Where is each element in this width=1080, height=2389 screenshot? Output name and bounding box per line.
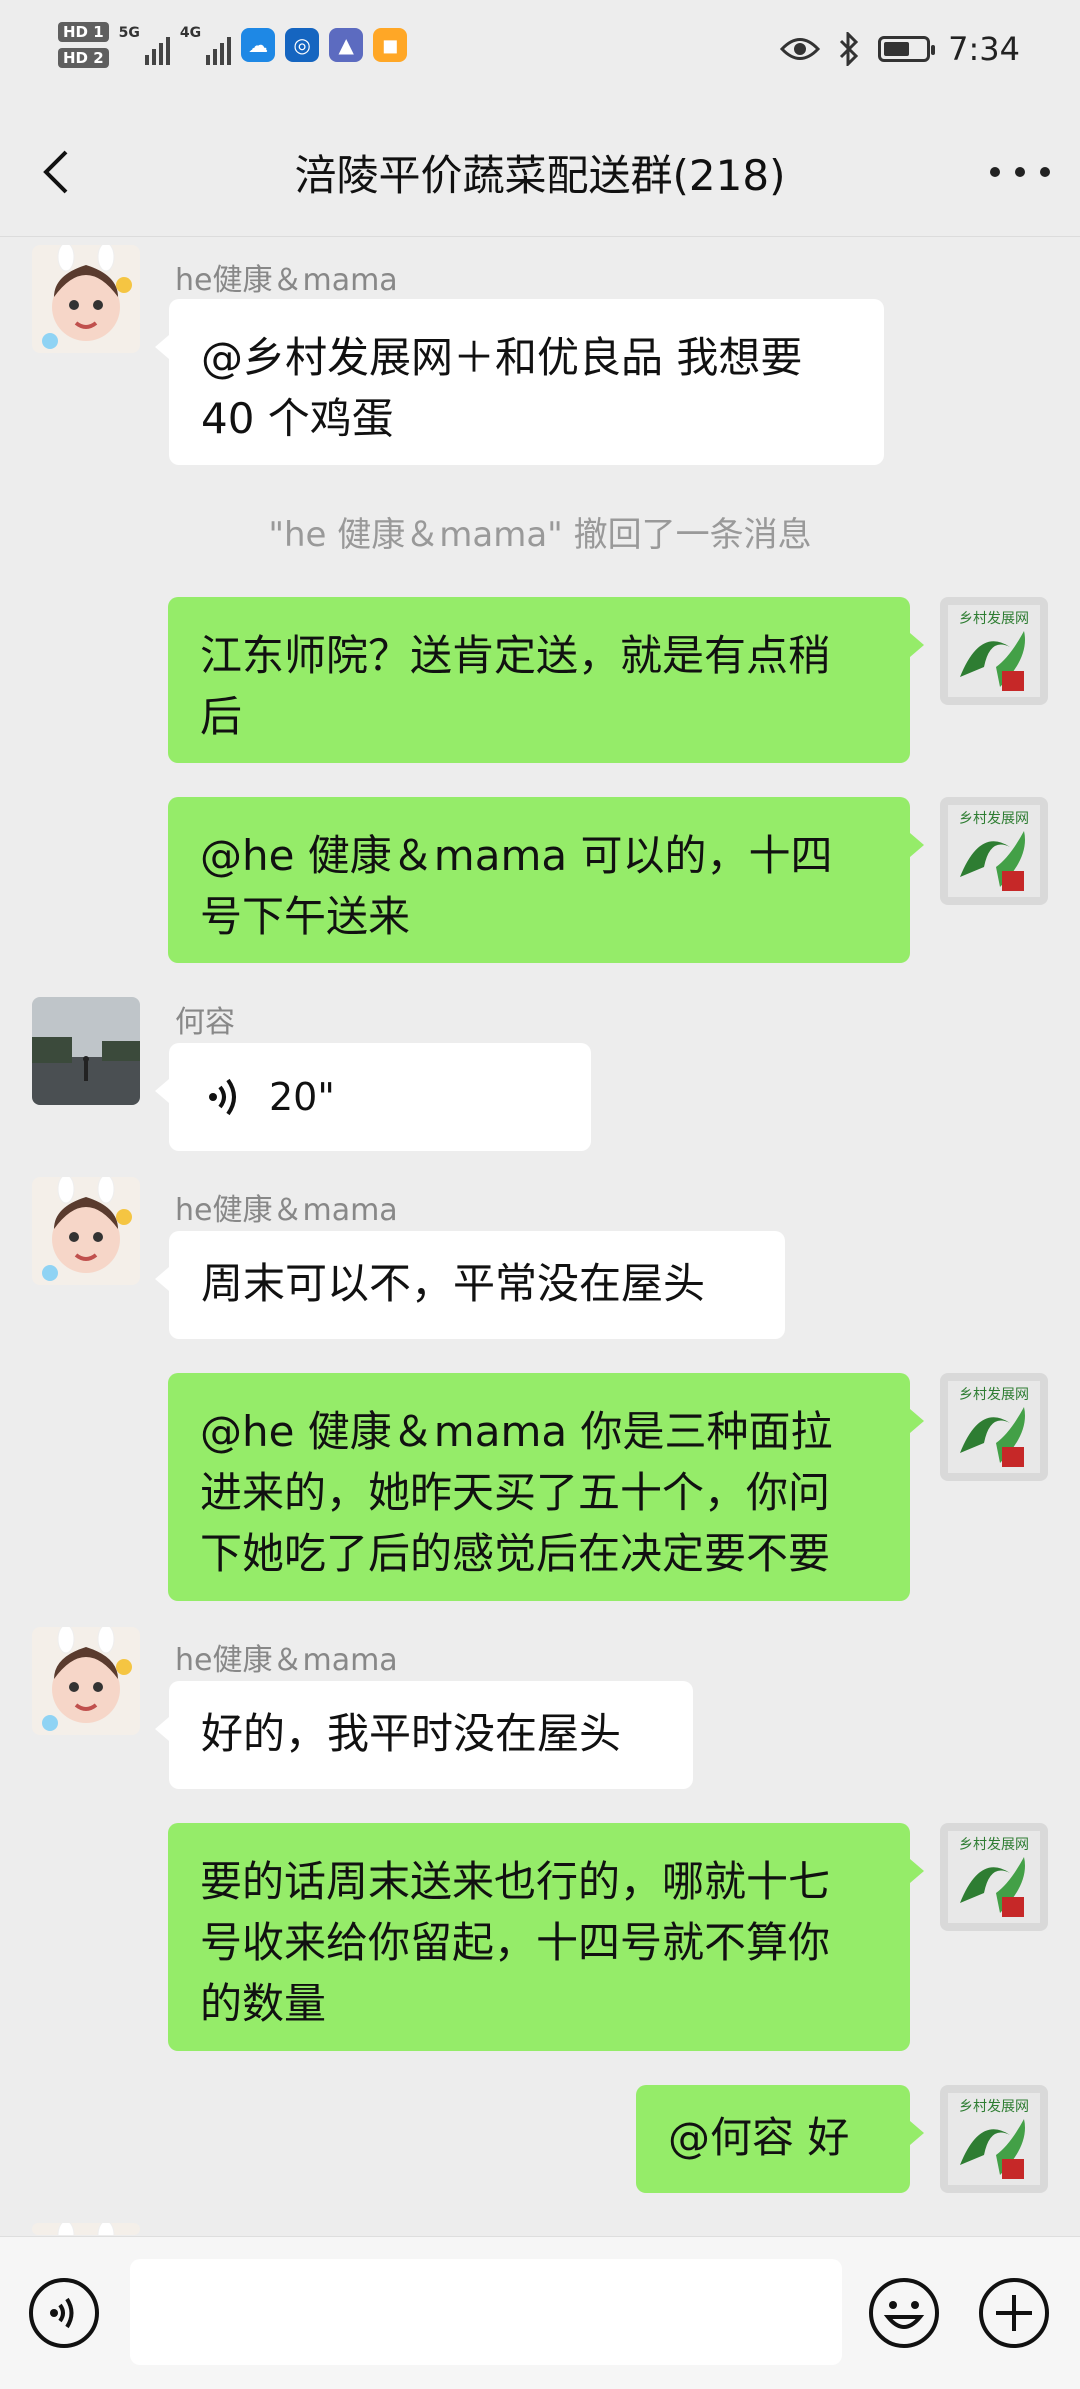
message-text-line: 进来的，她昨天买了五十个，你问 [200,1468,831,1517]
message-bubble[interactable]: @he 健康＆mama 可以的，十四 号下午送来 [168,797,924,963]
message-bubble[interactable]: @何容 好 [636,2085,924,2193]
network-4g-label: 4G [179,25,202,41]
svg-text:乡村发展网: 乡村发展网 [959,611,1029,627]
plus-more-icon[interactable] [978,2277,1050,2349]
system-notice-recalled: "he 健康＆mama" 撤回了一条消息 [268,515,812,555]
hd-indicators: HD 1 HD 2 [58,22,109,68]
avatar-he-rong[interactable] [32,997,140,1105]
avatar-he-jiankang[interactable] [32,1177,140,1285]
message-text-line: @he 健康＆mama 可以的，十四 [200,831,833,880]
message-text-line: 号下午送来 [200,892,411,941]
voice-duration: 20" [269,1074,335,1119]
emoji-icon[interactable] [868,2277,940,2349]
message-text-line: 号收来给你留起，十四号就不算你 [200,1918,831,1967]
lightbulb-app-icon: ◎ [285,28,320,62]
sender-name: he健康＆mama [175,1193,398,1228]
avatar-xiangcun-fazhan[interactable]: 乡村发展网 [940,1823,1048,1931]
battery-icon [878,36,936,62]
message-text-line: 好的，我平时没在屋头 [201,1709,622,1758]
sender-name: he健康＆mama [175,1643,398,1678]
chat-header: 涪陵平价蔬菜配送群(218) [0,108,1080,237]
clock-time: 7:34 [948,30,1020,68]
voice-message-bubble[interactable]: 20" [155,1043,591,1151]
cloud-app-icon: ☁ [241,28,276,62]
graduation-app-icon: ▲ [329,28,364,62]
message-bubble[interactable]: 要的话周末送来也行的，哪就十七 号收来给你留起，十四号就不算你 的数量 [168,1823,924,2051]
message-text-line: 江东师院？送肯定送，就是有点稍 [200,631,831,680]
bluetooth-icon [840,32,859,66]
message-text-line: 下她吃了后的感觉后在决定要不要 [200,1529,831,1578]
voice-wave-icon [209,1078,236,1116]
avatar-he-jiankang[interactable] [32,245,140,353]
chat-title: 涪陵平价蔬菜配送群(218) [294,151,786,200]
avatar-xiangcun-fazhan[interactable]: 乡村发展网 [940,1373,1048,1481]
hd2-badge: HD 2 [58,48,109,68]
message-text-line: 后 [200,692,243,741]
signal-4g-icon: 4G [179,25,232,65]
message-bubble[interactable]: 江东师院？送肯定送，就是有点稍 后 [168,597,924,763]
message-bubble[interactable]: @乡村发展网＋和优良品 我想要 40 个鸡蛋 [155,299,884,465]
cup-app-icon: ◼ [373,28,408,62]
eye-icon [780,38,821,60]
message-text-line: @何容 好 [668,2113,850,2162]
message-text-line: 周末可以不，平常没在屋头 [201,1259,706,1308]
message-text-line: 的数量 [200,1979,327,2028]
sender-name: 何容 [175,1005,235,1040]
message-text-line: 要的话周末送来也行的，哪就十七 [200,1857,831,1906]
avatar-xiangcun-fazhan[interactable]: 乡村发展网 [940,597,1048,705]
svg-text:乡村发展网: 乡村发展网 [959,1387,1029,1403]
status-bar: HD 1 HD 2 5G 4G ☁ ◎ ▲ ◼ 7:34 [0,0,1080,108]
avatar-xiangcun-fazhan[interactable]: 乡村发展网 [940,797,1048,905]
sender-name: he健康＆mama [175,263,398,298]
message-text-line: @乡村发展网＋和优良品 我想要 [201,333,803,382]
svg-text:乡村发展网: 乡村发展网 [959,2099,1029,2115]
voice-input-icon[interactable] [28,2277,100,2349]
message-list[interactable]: he健康＆mama @乡村发展网＋和优良品 我想要 40 个鸡蛋 "he 健康＆… [0,237,1080,2235]
signal-5g-icon: 5G [119,25,170,65]
input-bar [0,2236,1080,2389]
more-options-icon[interactable] [990,152,1050,192]
network-5g-label: 5G [118,25,140,41]
avatar-he-jiankang[interactable] [32,1627,140,1735]
message-input[interactable] [130,2259,842,2365]
hd1-badge: HD 1 [58,22,109,42]
svg-text:乡村发展网: 乡村发展网 [959,1837,1029,1853]
message-bubble[interactable]: @he 健康＆mama 你是三种面拉 进来的，她昨天买了五十个，你问 下她吃了后… [168,1373,924,1601]
message-bubble[interactable]: 好的，我平时没在屋头 [155,1681,693,1789]
svg-text:乡村发展网: 乡村发展网 [959,811,1029,827]
message-text-line: @he 健康＆mama 你是三种面拉 [200,1407,833,1456]
avatar-partial [32,2223,140,2235]
avatar-xiangcun-fazhan[interactable]: 乡村发展网 [940,2085,1048,2193]
message-text-line: 40 个鸡蛋 [201,394,394,443]
message-bubble[interactable]: 周末可以不，平常没在屋头 [155,1231,785,1339]
